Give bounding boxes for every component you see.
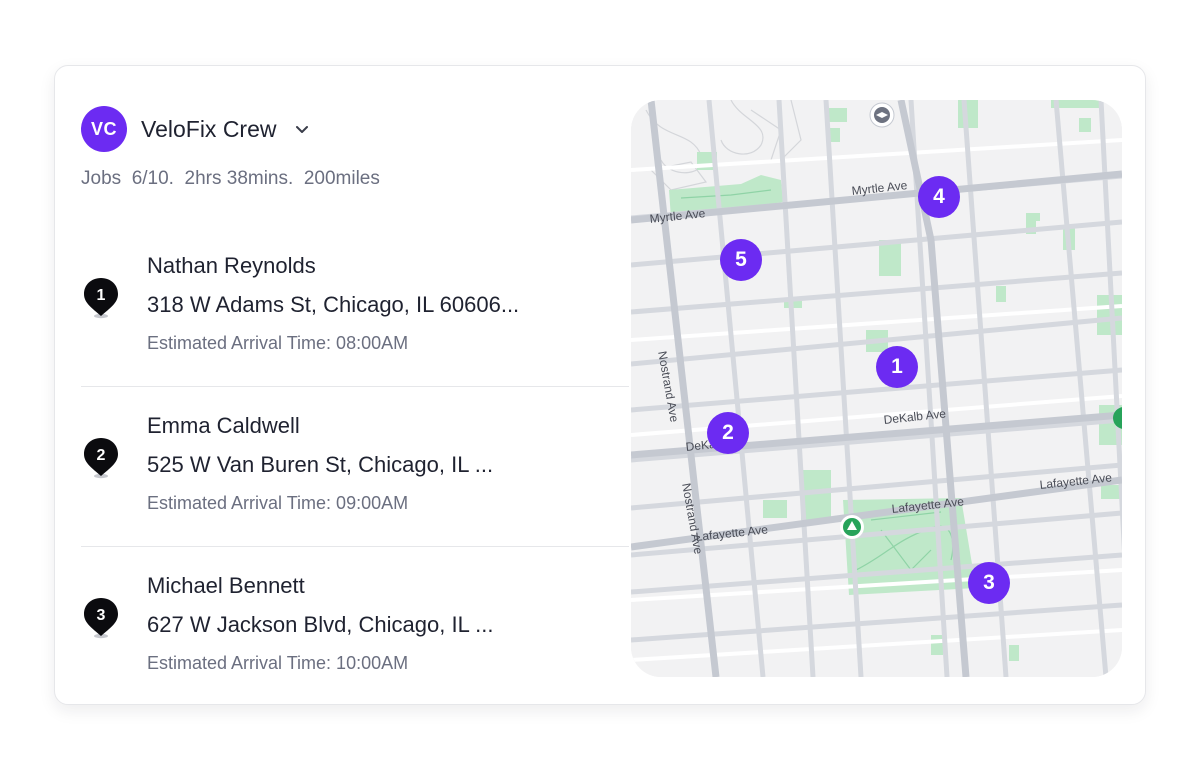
- job-eta: Estimated Arrival Time: 08:00AM: [147, 333, 409, 353]
- pin-2-icon: 2: [84, 438, 118, 479]
- marker-label: 1: [891, 355, 903, 378]
- job-item[interactable]: 2 Emma Caldwell 525 W Van Buren St, Chic…: [81, 386, 629, 547]
- crew-selector[interactable]: VC VeloFix Crew: [81, 106, 310, 152]
- map-marker-3[interactable]: 3: [968, 562, 1010, 604]
- job-item[interactable]: 1 Nathan Reynolds 318 W Adams St, Chicag…: [81, 226, 629, 386]
- job-customer-name: Nathan Reynolds: [147, 253, 316, 278]
- crew-stats: Jobs 6/10. 2hrs 38mins. 200miles: [81, 168, 380, 189]
- marker-label: 2: [722, 421, 734, 444]
- job-eta: Estimated Arrival Time: 10:00AM: [147, 653, 409, 673]
- pin-3-icon: 3: [84, 598, 118, 639]
- route-map[interactable]: Myrtle Ave Myrtle Ave DeKalb Ave DeKal L…: [631, 100, 1122, 677]
- school-icon: [869, 102, 895, 128]
- chevron-down-icon[interactable]: [294, 121, 310, 137]
- map-marker-4[interactable]: 4: [918, 176, 960, 218]
- marker-label: 3: [983, 571, 995, 594]
- pin-number: 1: [97, 287, 106, 304]
- job-address: 318 W Adams St, Chicago, IL 60606...: [147, 292, 520, 317]
- marker-label: 4: [933, 185, 945, 208]
- park-tree-icon: [840, 515, 864, 539]
- avatar-initials: VC: [90, 118, 117, 139]
- job-address: 627 W Jackson Blvd, Chicago, IL ...: [147, 612, 494, 637]
- job-customer-name: Michael Bennett: [147, 573, 305, 598]
- crew-name: VeloFix Crew: [141, 115, 277, 142]
- map-marker-2[interactable]: 2: [707, 412, 749, 454]
- pin-1-icon: 1: [84, 278, 118, 319]
- map-marker-1[interactable]: 1: [876, 346, 918, 388]
- map-marker-5[interactable]: 5: [720, 239, 762, 281]
- marker-label: 5: [735, 248, 747, 271]
- job-customer-name: Emma Caldwell: [147, 413, 300, 438]
- crew-avatar: VC: [81, 106, 127, 152]
- pin-number: 3: [97, 607, 106, 624]
- job-eta: Estimated Arrival Time: 09:00AM: [147, 493, 409, 513]
- pin-number: 2: [97, 447, 106, 464]
- job-address: 525 W Van Buren St, Chicago, IL ...: [147, 452, 494, 477]
- crew-route-card: VC VeloFix Crew Jobs 6/10. 2hrs 38mins. …: [54, 65, 1146, 705]
- job-item[interactable]: 3 Michael Bennett 627 W Jackson Blvd, Ch…: [81, 546, 629, 707]
